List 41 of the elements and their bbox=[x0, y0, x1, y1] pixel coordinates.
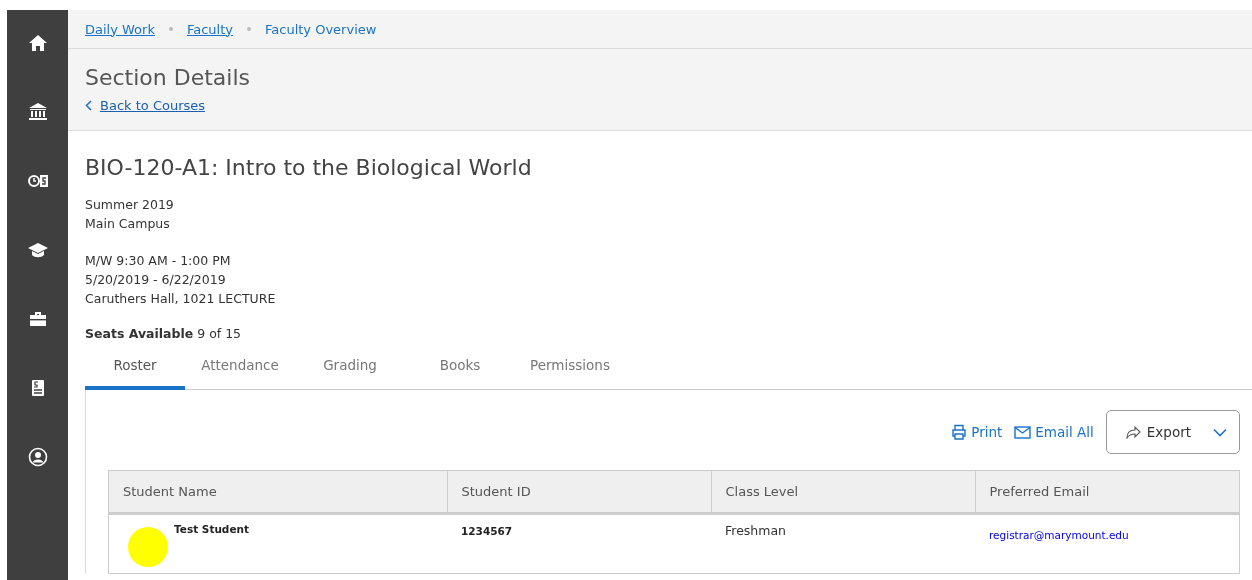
email-all-link[interactable]: Email All bbox=[1014, 424, 1094, 440]
separator-dot bbox=[168, 27, 173, 31]
home-icon bbox=[27, 33, 48, 53]
graduation-cap-icon bbox=[27, 240, 48, 260]
tab[interactable]: Attendance bbox=[185, 349, 295, 390]
meeting-text: 5/20/2019 - 6/22/2019 bbox=[85, 271, 227, 289]
meeting-text: M/W 9:30 AM - 1:00 PM bbox=[85, 252, 232, 270]
email-link[interactable]: registrar@marymount.edu bbox=[989, 529, 1129, 541]
separator-dot bbox=[247, 27, 251, 31]
breadcrumb-link[interactable]: Faculty Overview bbox=[265, 21, 377, 37]
back-link[interactable]: Back to Courses bbox=[100, 98, 206, 113]
tab[interactable]: Grading bbox=[295, 349, 405, 390]
print-link[interactable]: Print bbox=[951, 424, 1003, 440]
share-arrow-icon bbox=[1124, 425, 1141, 439]
tab[interactable]: Permissions bbox=[515, 349, 625, 390]
term-text: Summer 2019 bbox=[85, 196, 175, 214]
term-text: Main Campus bbox=[85, 215, 171, 233]
breadcrumb-link[interactable]: Faculty bbox=[186, 21, 233, 37]
student-id: 1234567 bbox=[461, 525, 513, 537]
tab[interactable]: Books bbox=[405, 349, 515, 390]
column-header: Preferred Email bbox=[975, 470, 1240, 514]
tab[interactable]: Roster bbox=[85, 349, 185, 390]
page-title: Section Details bbox=[85, 65, 251, 90]
avatar-icon bbox=[128, 527, 168, 567]
chevron-down-icon bbox=[1213, 427, 1227, 437]
bank-icon bbox=[27, 102, 48, 122]
printer-icon bbox=[951, 424, 968, 440]
meeting-text: Caruthers Hall, 1021 LECTURE bbox=[85, 290, 277, 308]
seats-text: Seats Available 9 of 15 bbox=[85, 326, 243, 341]
column-header: Student Name bbox=[108, 470, 447, 514]
course-title: BIO-120-A1: Intro to the Biological World bbox=[85, 155, 533, 180]
briefcase-icon bbox=[27, 309, 48, 329]
envelope-icon bbox=[1014, 425, 1032, 439]
class-level: Freshman bbox=[725, 523, 787, 538]
breadcrumb-link[interactable]: Daily Work bbox=[85, 21, 155, 37]
user-icon bbox=[27, 447, 48, 467]
student-name: Test Student bbox=[174, 523, 249, 537]
column-header: Student ID bbox=[447, 470, 711, 514]
export-button[interactable]: Export bbox=[1105, 410, 1240, 454]
column-header: Class Level bbox=[711, 470, 975, 514]
chevron-left-icon bbox=[85, 100, 92, 111]
